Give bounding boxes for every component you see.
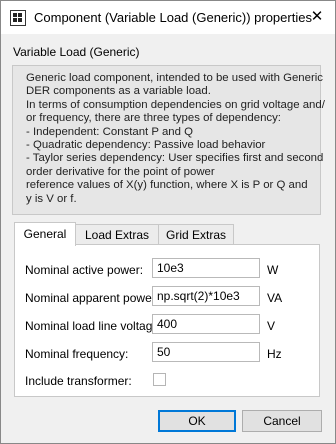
title-bar: Component (Variable Load (Generic)) prop… [1, 1, 335, 34]
description-line: - Independent: Constant P and Q [26, 125, 193, 138]
nominal-load-line-voltage-input[interactable] [152, 314, 260, 334]
description-line: reference values of X(y) function, where… [26, 179, 308, 192]
description-line: - Quadratic dependency: Passive load beh… [26, 139, 266, 152]
tab-general[interactable]: General [14, 222, 76, 246]
description-box: Generic load component, intended to be u… [12, 65, 325, 215]
description-line: or frequency, there are three types of d… [26, 112, 281, 125]
include-transformer-label: Include transformer: [25, 374, 132, 388]
general-tab-panel: Nominal active power: W Nominal apparent… [14, 244, 320, 397]
nominal-active-power-label: Nominal active power: [25, 263, 144, 277]
description-line: order derivative for the point of power [26, 165, 215, 178]
tab-load-extras[interactable]: Load Extras [75, 224, 159, 245]
nominal-frequency-input[interactable] [152, 342, 260, 362]
nominal-active-power-input[interactable] [152, 258, 260, 278]
description-line: In terms of consumption dependencies on … [26, 98, 325, 111]
include-transformer-checkbox[interactable] [153, 373, 166, 386]
properties-dialog: Component (Variable Load (Generic)) prop… [0, 0, 336, 444]
nominal-load-line-voltage-unit: V [267, 319, 276, 333]
nominal-frequency-label: Nominal frequency: [25, 347, 129, 361]
ok-button[interactable]: OK [158, 410, 236, 432]
window-title: Component (Variable Load (Generic)) prop… [34, 10, 312, 25]
nominal-apparent-power-input[interactable] [152, 286, 260, 306]
cancel-button[interactable]: Cancel [242, 410, 322, 432]
component-type-label: Variable Load (Generic) [13, 45, 140, 59]
nominal-active-power-unit: W [267, 263, 279, 277]
app-icon [10, 10, 26, 26]
description-line: - Taylor series dependency: User specifi… [26, 152, 324, 165]
nominal-apparent-power-label: Nominal apparent power: [25, 291, 160, 305]
nominal-apparent-power-unit: VA [267, 291, 283, 305]
description-line: y is V or f. [26, 192, 77, 205]
description-line: Generic load component, intended to be u… [26, 72, 323, 84]
nominal-frequency-unit: Hz [267, 347, 282, 361]
nominal-load-line-voltage-label: Nominal load line voltage: [25, 319, 163, 333]
tab-grid-extras[interactable]: Grid Extras [158, 224, 234, 245]
close-icon[interactable]: ✕ [307, 7, 327, 27]
description-line: DER components as a variable load. [26, 85, 211, 98]
